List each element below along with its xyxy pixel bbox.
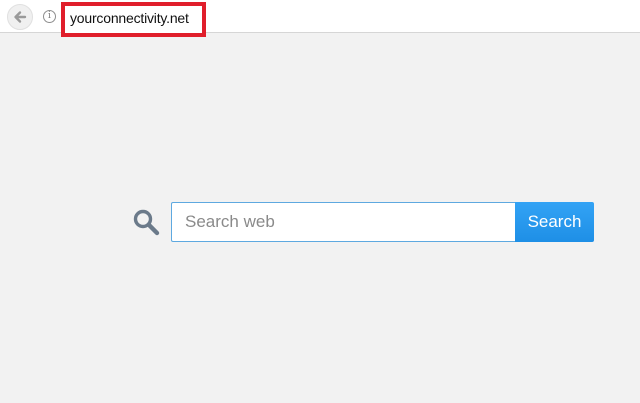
arrow-left-icon bbox=[14, 11, 27, 23]
back-button[interactable] bbox=[7, 4, 33, 30]
magnifier-icon bbox=[133, 209, 160, 236]
search-input[interactable] bbox=[171, 202, 516, 242]
address-bar-url[interactable]: yourconnectivity.net bbox=[70, 10, 189, 26]
search-button[interactable]: Search bbox=[515, 202, 594, 242]
info-icon[interactable]: i bbox=[43, 10, 56, 23]
